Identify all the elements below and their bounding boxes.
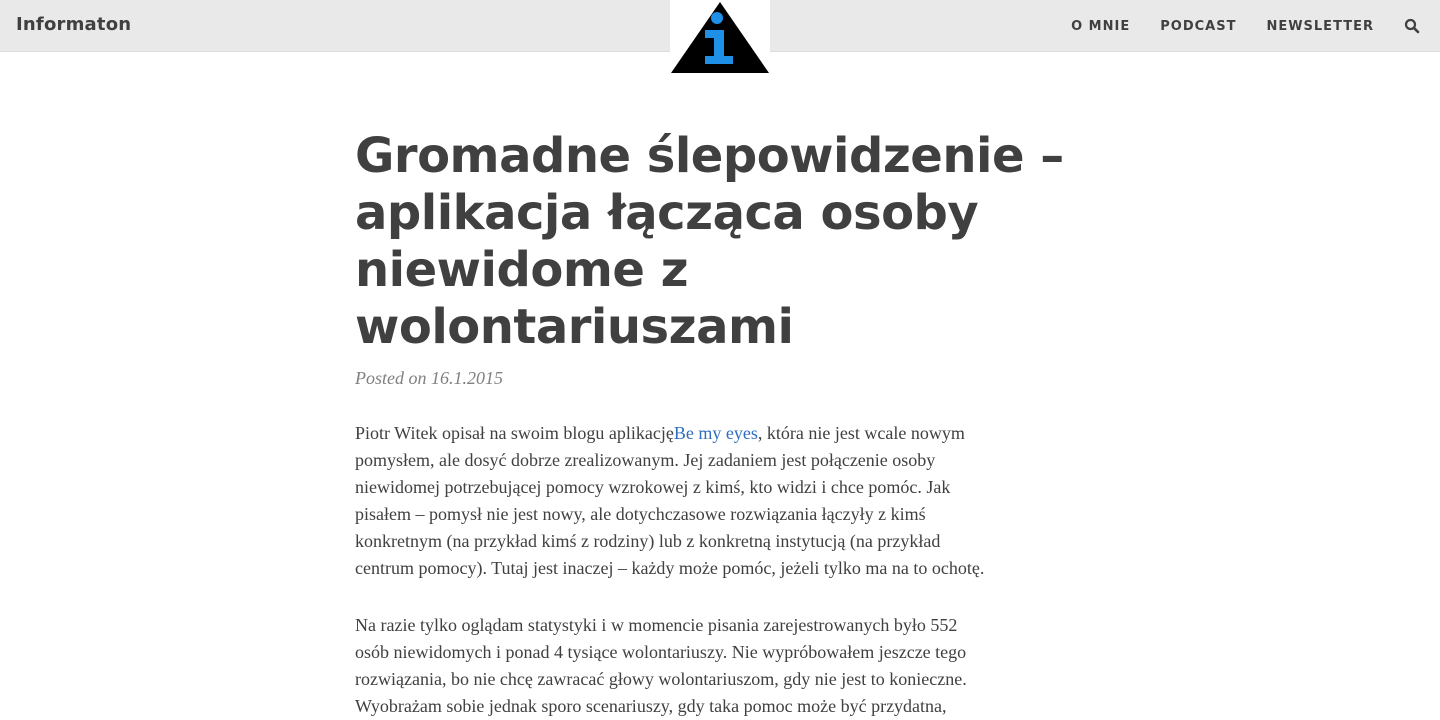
paragraph-text: pomysłem, ale dosyć dobrze zrealizowanym…: [355, 450, 936, 470]
nav-item-podcast[interactable]: PODCAST: [1160, 19, 1236, 34]
title-line: Gromadne ślepowidzenie –: [355, 128, 1064, 184]
search-icon[interactable]: [1404, 18, 1420, 34]
paragraph-text: , która nie jest wcale nowym: [757, 423, 965, 443]
paragraph-text: Wyobrażam sobie jednak sporo scenariuszy…: [355, 696, 947, 716]
paragraph-text: Na razie tylko oglądam statystyki i w mo…: [355, 615, 958, 635]
posted-prefix: Posted on: [355, 368, 427, 388]
paragraph-text: osób niewidomych i ponad 4 tysiące wolon…: [355, 642, 967, 662]
be-my-eyes-link[interactable]: Be my eyes: [674, 423, 758, 443]
article: Gromadne ślepowidzenie – aplikacja łączą…: [355, 128, 1085, 720]
article-paragraph-1: Piotr Witek opisał na swoim blogu aplika…: [355, 420, 1085, 582]
paragraph-text: niewidomej potrzebującej pomocy wzrokowe…: [355, 477, 951, 497]
nav-item-newsletter[interactable]: NEWSLETTER: [1266, 19, 1374, 34]
info-triangle-icon: [670, 0, 770, 74]
post-meta: Posted on 16.1.2015: [355, 368, 1085, 389]
paragraph-text: centrum pomocy). Tutaj jest inaczej – ka…: [355, 558, 985, 578]
site-brand-link[interactable]: Informaton: [16, 14, 131, 35]
site-logo[interactable]: [670, 0, 770, 74]
main-nav: O MNIE PODCAST NEWSLETTER: [1071, 18, 1420, 34]
title-line: wolontariuszami: [355, 299, 794, 355]
nav-item-o-mnie[interactable]: O MNIE: [1071, 19, 1130, 34]
paragraph-text: konkretnym (na przykład kimś z rodziny) …: [355, 531, 941, 551]
paragraph-text: pisałem – pomysł nie jest nowy, ale doty…: [355, 504, 926, 524]
paragraph-text: Piotr Witek opisał na swoim blogu aplika…: [355, 423, 674, 443]
article-paragraph-2: Na razie tylko oglądam statystyki i w mo…: [355, 612, 1085, 720]
paragraph-text: rozwiązania, bo nie chcę zawracać głowy …: [355, 669, 967, 689]
article-title: Gromadne ślepowidzenie – aplikacja łączą…: [355, 128, 1085, 356]
post-date: 16.1.2015: [431, 368, 503, 388]
title-line: niewidome z: [355, 242, 689, 298]
title-line: aplikacja łącząca osoby: [355, 185, 979, 241]
